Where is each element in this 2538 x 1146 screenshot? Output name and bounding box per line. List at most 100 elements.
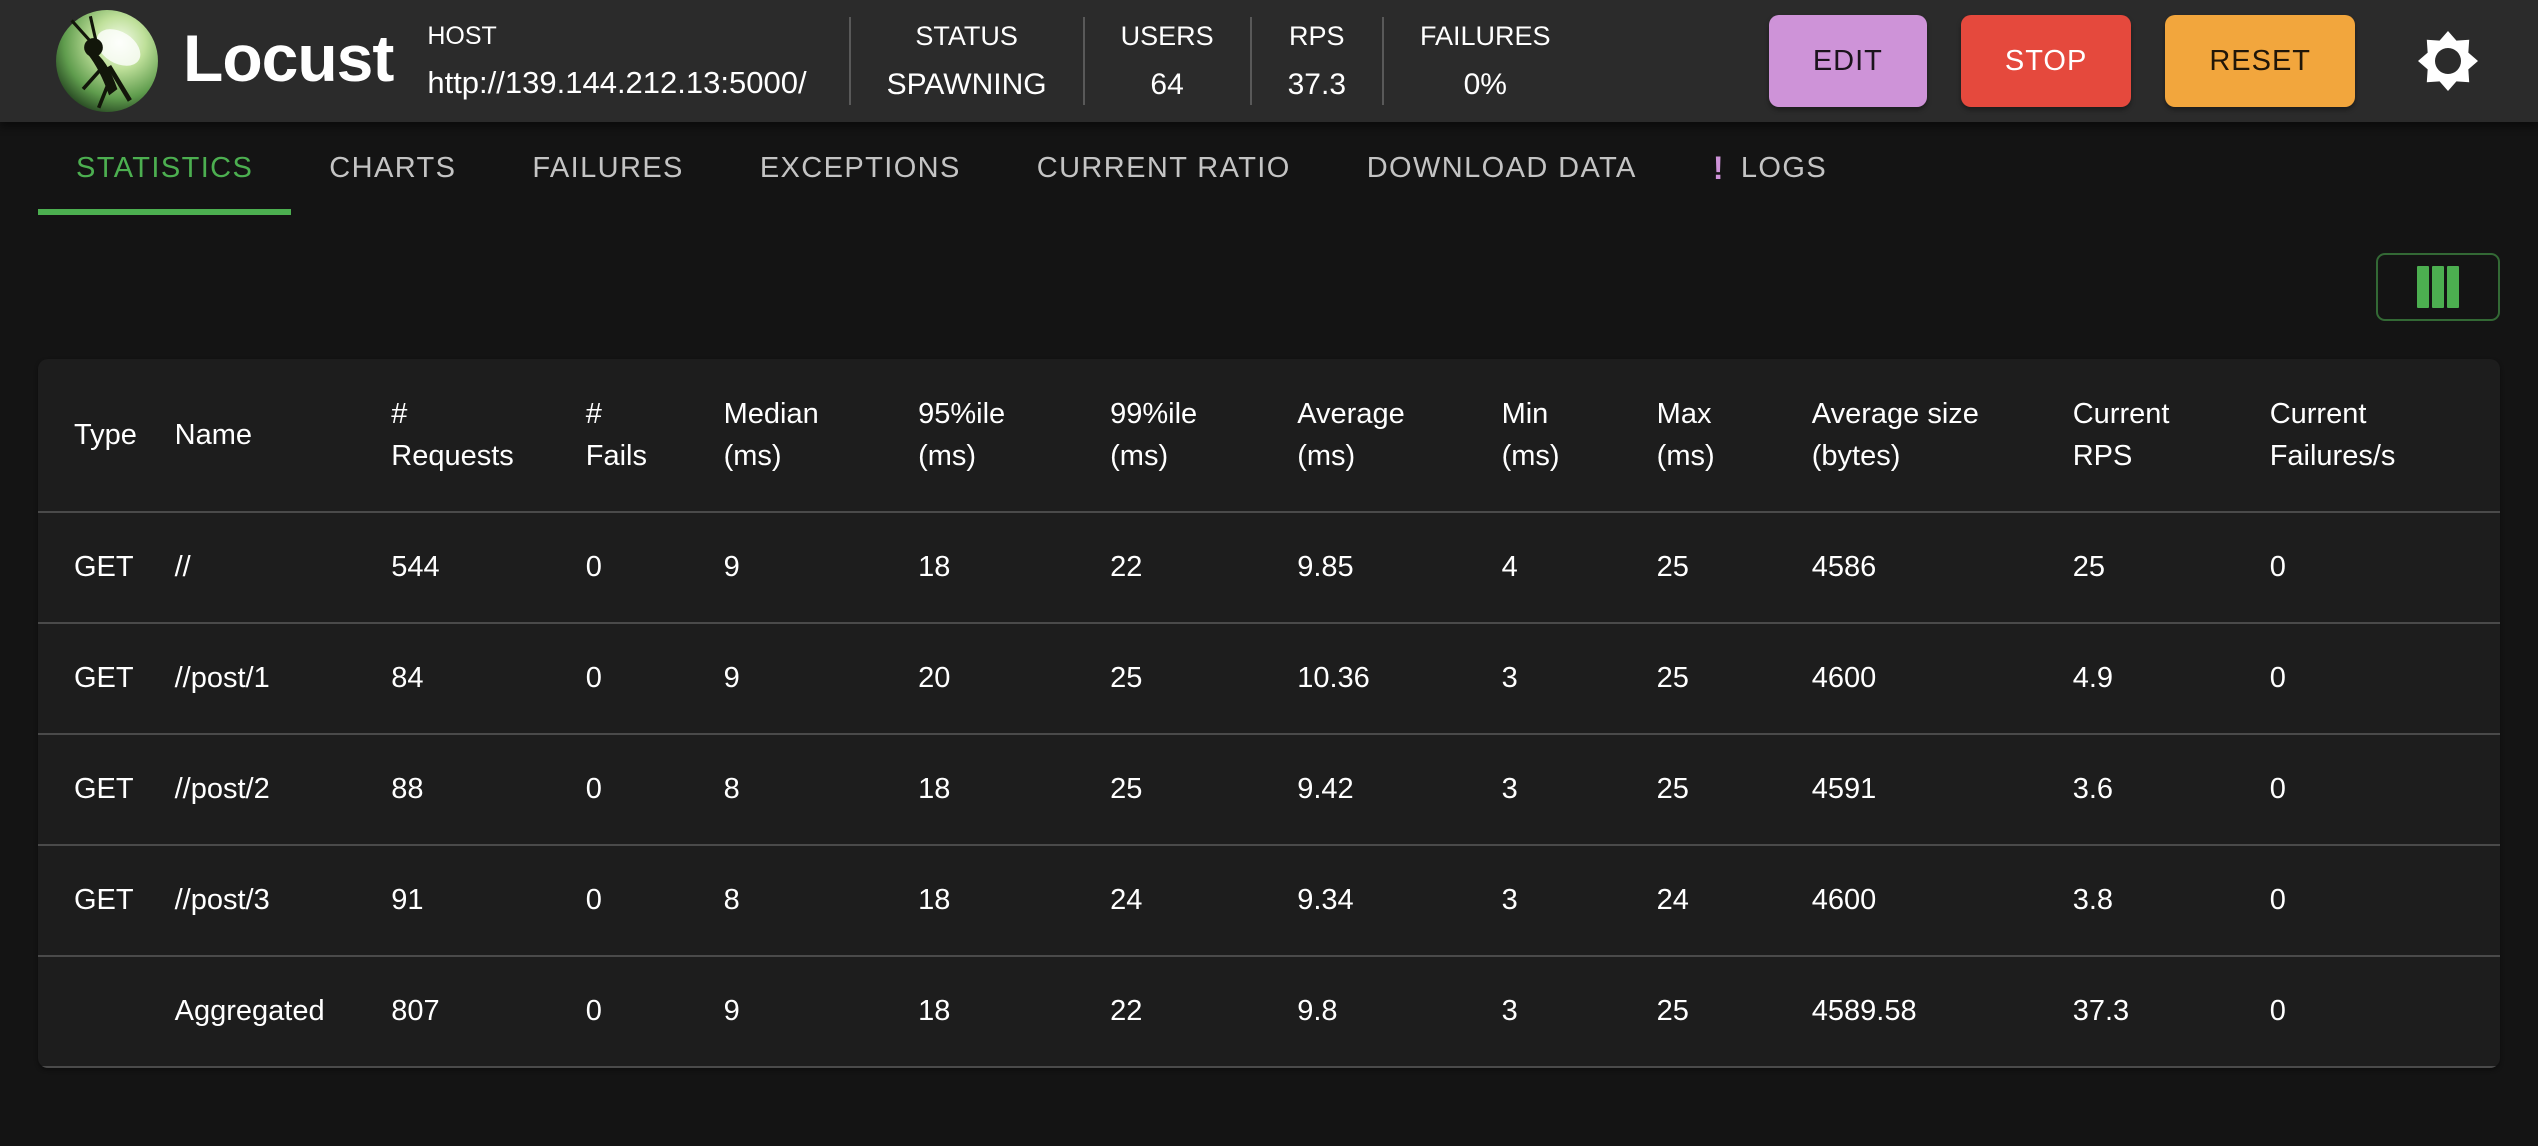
cell-median: 9: [707, 623, 903, 735]
table-row: GET // 544 0 9 18 22 9.85 4 25 4586 25 0: [38, 512, 2500, 624]
cell-fails: 0: [569, 623, 708, 735]
tab-charts[interactable]: CHARTS: [291, 122, 494, 215]
cell-current-rps: 25: [2056, 512, 2254, 624]
column-header-fails[interactable]: # Fails: [569, 359, 708, 513]
cell-current-failures: 0: [2253, 512, 2500, 624]
edit-button[interactable]: EDIT: [1768, 15, 1927, 107]
tab-label: CURRENT RATIO: [1036, 152, 1291, 184]
cell-current-rps: 37.3: [2056, 956, 2254, 1068]
cell-99ile: 25: [1094, 734, 1282, 846]
cell-average-size: 4586: [1795, 512, 2057, 624]
cell-name: Aggregated: [158, 956, 376, 1068]
cell-fails: 0: [569, 845, 708, 957]
table-header: Type Name # Requests # Fails Median (ms) 95…: [38, 359, 2500, 513]
cell-current-failures: 0: [2253, 956, 2500, 1068]
cell-min: 4: [1485, 512, 1641, 624]
header-actions: EDIT STOP RESET: [1735, 15, 2483, 107]
tab-label: DOWNLOAD DATA: [1366, 152, 1637, 184]
cell-current-failures: 0: [2253, 623, 2500, 735]
cell-requests: 88: [375, 734, 570, 846]
statistics-table: Type Name # Requests # Fails Median (ms) 95…: [38, 359, 2500, 1068]
cell-average-size: 4591: [1795, 734, 2057, 846]
cell-min: 3: [1485, 956, 1641, 1068]
cell-requests: 544: [375, 512, 570, 624]
cell-name: //post/2: [158, 734, 376, 846]
tab-label: FAILURES: [532, 152, 684, 184]
cell-fails: 0: [569, 734, 708, 846]
column-selector-button[interactable]: [2376, 253, 2500, 321]
cell-min: 3: [1485, 845, 1641, 957]
tab-label: STATISTICS: [76, 152, 254, 184]
status-value: SPAWNING: [886, 67, 1047, 101]
cell-name: //post/3: [158, 845, 376, 957]
cell-95ile: 18: [902, 845, 1095, 957]
cell-requests: 84: [375, 623, 570, 735]
cell-average-size: 4589.58: [1795, 956, 2057, 1068]
tab-label: LOGS: [1740, 152, 1828, 184]
cell-type: GET: [38, 623, 159, 735]
cell-99ile: 22: [1094, 512, 1282, 624]
column-header-min[interactable]: Min (ms): [1485, 359, 1641, 513]
settings-button[interactable]: [2413, 26, 2483, 96]
column-header-current-rps[interactable]: Current RPS: [2056, 359, 2254, 513]
column-header-99ile[interactable]: 99%ile (ms): [1094, 359, 1282, 513]
table-row: GET //post/2 88 0 8 18 25 9.42 3 25 4591…: [38, 734, 2500, 846]
column-header-average[interactable]: Average (ms): [1281, 359, 1486, 513]
cell-average-size: 4600: [1795, 623, 2057, 735]
tab-label: CHARTS: [329, 152, 457, 184]
statistics-table-panel: Type Name # Requests # Fails Median (ms) 95…: [38, 359, 2500, 1068]
cell-max: 25: [1640, 623, 1796, 735]
tab-exceptions[interactable]: EXCEPTIONS: [722, 122, 999, 215]
tab-logs[interactable]: ! LOGS: [1675, 122, 1865, 215]
cell-max: 25: [1640, 512, 1796, 624]
cell-99ile: 25: [1094, 623, 1282, 735]
reset-button[interactable]: RESET: [2165, 15, 2355, 107]
cell-current-rps: 4.9: [2056, 623, 2254, 735]
status-label: STATUS: [915, 20, 1018, 51]
table-toolbar: [38, 215, 2500, 359]
users-label: USERS: [1120, 20, 1214, 51]
column-header-current-failures[interactable]: Current Failures/s: [2253, 359, 2500, 513]
column-header-type[interactable]: Type: [38, 359, 159, 513]
view-columns-icon: [2417, 266, 2459, 308]
column-header-requests[interactable]: # Requests: [375, 359, 570, 513]
failures-label: FAILURES: [1420, 20, 1551, 51]
host-label: HOST: [427, 21, 497, 50]
host-info: HOST http://139.144.212.13:5000/: [427, 22, 806, 101]
cell-type: [38, 956, 159, 1068]
stop-button[interactable]: STOP: [1960, 15, 2132, 107]
cell-95ile: 20: [902, 623, 1095, 735]
cell-median: 8: [707, 845, 903, 957]
column-header-median[interactable]: Median (ms): [707, 359, 903, 513]
cell-name: //post/1: [158, 623, 376, 735]
cell-average: 9.34: [1281, 845, 1486, 957]
cell-95ile: 18: [902, 512, 1095, 624]
rps-value: 37.3: [1287, 67, 1347, 101]
cell-max: 24: [1640, 845, 1796, 957]
gear-icon: [2418, 31, 2478, 91]
column-header-name[interactable]: Name: [158, 359, 376, 513]
app-header: Locust HOST http://139.144.212.13:5000/ …: [0, 0, 2538, 122]
cell-median: 9: [707, 512, 903, 624]
cell-current-failures: 0: [2253, 734, 2500, 846]
failures-indicator: FAILURES 0%: [1384, 21, 1587, 102]
cell-min: 3: [1485, 734, 1641, 846]
cell-current-rps: 3.6: [2056, 734, 2254, 846]
rps-label: RPS: [1289, 20, 1345, 51]
cell-name: //: [158, 512, 376, 624]
column-header-max[interactable]: Max (ms): [1640, 359, 1796, 513]
tab-failures[interactable]: FAILURES: [494, 122, 721, 215]
status-indicator: STATUS SPAWNING: [851, 21, 1083, 102]
cell-average: 9.42: [1281, 734, 1486, 846]
cell-requests: 807: [375, 956, 570, 1068]
cell-type: GET: [38, 734, 159, 846]
locust-logo: [56, 10, 158, 112]
column-header-95ile[interactable]: 95%ile (ms): [902, 359, 1095, 513]
tab-current-ratio[interactable]: CURRENT RATIO: [999, 122, 1329, 215]
table-row: GET //post/3 91 0 8 18 24 9.34 3 24 4600…: [38, 845, 2500, 957]
column-header-average-size[interactable]: Average size (bytes): [1795, 359, 2057, 513]
users-value: 64: [1150, 67, 1184, 101]
tab-download-data[interactable]: DOWNLOAD DATA: [1329, 122, 1675, 215]
tab-statistics[interactable]: STATISTICS: [38, 122, 292, 215]
cell-average: 9.8: [1281, 956, 1486, 1068]
